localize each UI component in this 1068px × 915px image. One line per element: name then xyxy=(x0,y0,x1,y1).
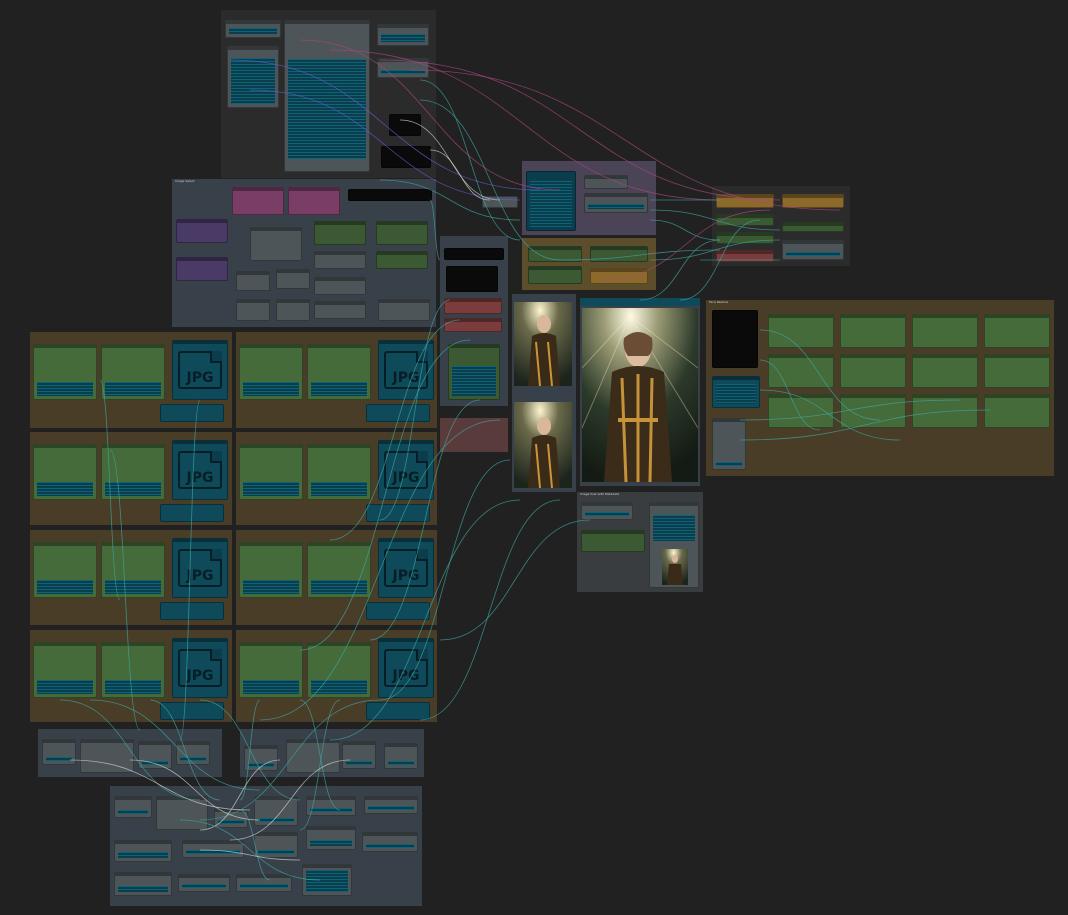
wire xyxy=(649,209,781,231)
connection-wires xyxy=(59,39,991,881)
wire xyxy=(109,449,141,731)
wire xyxy=(129,759,261,821)
wire xyxy=(379,299,451,521)
wire xyxy=(739,399,961,421)
wire xyxy=(739,409,991,441)
wire xyxy=(89,699,261,791)
wire xyxy=(99,379,121,601)
wire xyxy=(599,209,771,281)
wire xyxy=(299,339,471,651)
wire xyxy=(369,399,481,641)
wire xyxy=(419,499,561,721)
wire xyxy=(329,319,461,541)
wire xyxy=(379,459,511,701)
wire xyxy=(299,699,341,811)
wire xyxy=(249,89,521,201)
wire xyxy=(649,219,721,241)
wire xyxy=(179,399,201,741)
wire xyxy=(59,699,201,801)
wire xyxy=(199,849,301,861)
wire xyxy=(239,699,261,801)
graph-canvas[interactable]: Image Select JPG JPG JPG JPG JPG JPG JPG JPG xyxy=(0,0,1068,915)
wire xyxy=(329,499,521,741)
wire xyxy=(299,39,561,191)
wire xyxy=(429,199,441,261)
wire xyxy=(439,519,591,641)
wire xyxy=(409,69,841,211)
wire xyxy=(419,99,561,261)
wire xyxy=(299,699,341,831)
wire xyxy=(379,59,781,201)
wire xyxy=(259,419,501,721)
wire xyxy=(199,699,381,821)
wire xyxy=(69,759,251,811)
wire xyxy=(759,329,881,421)
wire xyxy=(419,79,521,241)
